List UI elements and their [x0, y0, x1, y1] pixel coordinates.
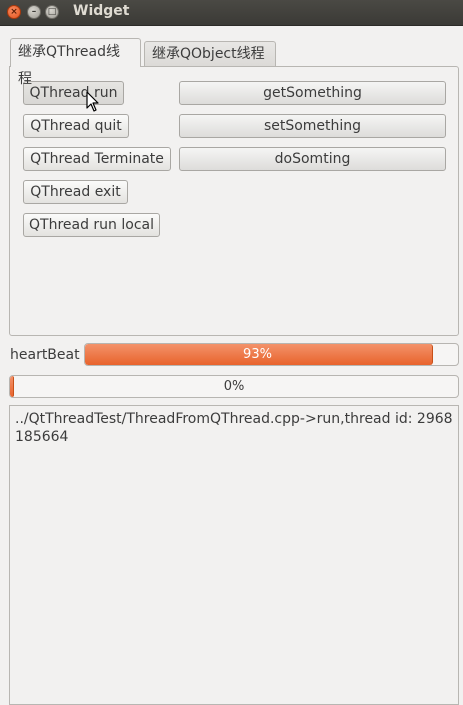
get-something-button[interactable]: getSomething [179, 81, 446, 105]
minimize-icon[interactable]: – [27, 5, 41, 19]
maximize-icon[interactable]: □ [45, 5, 59, 19]
heartbeat-label: heartBeat [10, 347, 80, 363]
do-somting-button[interactable]: doSomting [179, 147, 446, 171]
tab-qobject[interactable]: 继承QObject线程 [144, 41, 276, 66]
progress-text: 0% [223, 379, 245, 394]
qthread-quit-button[interactable]: QThread quit [23, 114, 129, 138]
tab-qthread[interactable]: 继承QThread线程 [10, 38, 141, 87]
set-something-button[interactable]: setSomething [179, 114, 446, 138]
qthread-terminate-button[interactable]: QThread Terminate [23, 147, 171, 171]
close-icon[interactable]: × [7, 5, 21, 19]
qthread-run-local-button[interactable]: QThread run local [23, 213, 160, 237]
qthread-exit-button[interactable]: QThread exit [23, 180, 128, 204]
title-bar: × – □ Widget [0, 0, 463, 26]
output-text-area[interactable]: ../QtThreadTest/ThreadFromQThread.cpp->r… [9, 405, 459, 705]
mouse-pointer-icon [86, 91, 99, 112]
window-title: Widget [73, 3, 130, 19]
progress-bar: 0% [9, 375, 459, 398]
heartbeat-progress-text: 93% [243, 347, 272, 362]
qthread-run-button[interactable]: QThread run [23, 81, 124, 105]
heartbeat-progress-bar: 93% [84, 343, 459, 366]
